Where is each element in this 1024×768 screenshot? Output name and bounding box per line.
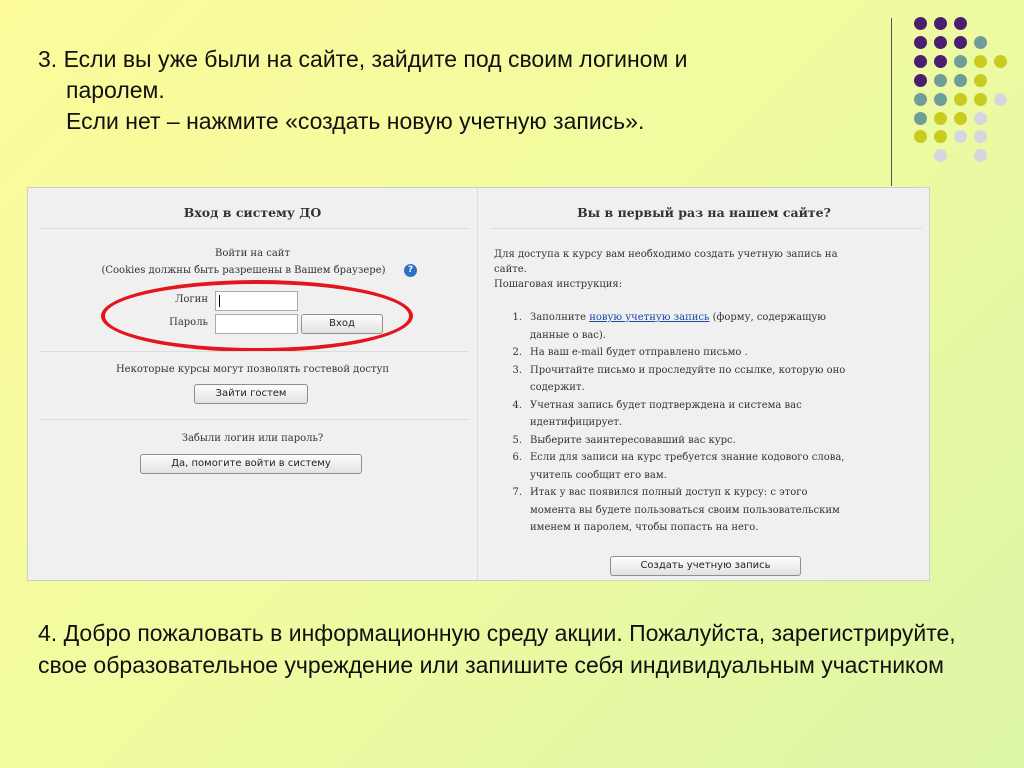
forgot-note: Забыли логин или пароль? [181,433,324,444]
list-item-number: 4. [512,399,522,411]
dot [974,74,987,87]
dot [934,36,947,49]
decorative-divider-line [891,18,892,186]
step-3-text: 3. Если вы уже были на сайте, зайдите по… [38,44,878,137]
step-3-line-1: 3. Если вы уже были на сайте, зайдите по… [38,46,688,72]
list-item-text: данные о вас). [530,329,606,341]
list-item: 2. На ваш e-mail будет отправлено письмо… [494,344,914,362]
new-account-link[interactable]: новую учетную запись [589,312,709,323]
dot [934,112,947,125]
dot [994,55,1007,68]
list-item-text: именем и паролем, чтобы попасть на него. [530,522,759,533]
list-item: 7. Итак у вас появился полный доступ к к… [494,484,914,537]
list-item-text: На ваш e-mail будет отправлено письмо . [530,347,748,358]
help-icon[interactable]: ? [404,264,417,277]
intro-line-2: сайте. [494,264,527,275]
list-item-number: 2. [512,347,522,358]
dot [934,93,947,106]
list-item-text: Итак у вас появился полный доступ к курс… [530,487,808,498]
dot [954,130,967,143]
step-3-line-3: Если нет – нажмите «создать новую учетну… [66,108,645,134]
dot [954,74,967,87]
login-to-site-label: Войти на сайт [215,248,290,259]
dot [974,149,987,162]
list-item-number: 7. [512,487,522,498]
list-item-number: 1. [512,312,522,323]
dot [914,93,927,106]
forgot-password-button[interactable]: Да, помогите войти в систему [140,454,362,474]
list-item-text: Заполните [530,312,590,323]
signup-panel-title: Вы в первый раз на нашем сайте? [577,205,831,220]
list-item-text: Если для записи на курс требуется знание… [530,452,845,463]
dot [914,74,927,87]
list-item: 6. Если для записи на курс требуется зна… [494,449,914,484]
login-panel-title: Вход в систему ДО [183,205,322,220]
list-item-text: идентифицирует. [530,417,623,428]
login-panel: Вход в систему ДО Войти на сайт (Cookies… [28,188,477,580]
list-item-number: 5. [512,434,522,446]
intro-line-1: Для доступа к курсу вам необходимо созда… [494,249,838,260]
dot [954,93,967,106]
dot [974,93,987,106]
list-item-number: 6. [512,452,522,463]
list-item-text: Учетная запись будет подтверждена и сист… [530,399,802,411]
guest-login-button[interactable]: Зайти гостем [194,384,308,404]
list-item: 5. Выберите заинтересовавший вас курс. [494,432,914,450]
dot [934,130,947,143]
list-item: 3. Прочитайте письмо и проследуйте по сс… [494,362,914,397]
instructions-heading: Пошаговая инструкция: [494,279,623,290]
step-3-line-2: паролем. [66,77,165,103]
list-item-text: (форму, содержащую [709,312,826,323]
dot [914,130,927,143]
dot [934,55,947,68]
divider [40,228,469,229]
list-item-text: учитель сообщит его вам. [530,469,667,481]
list-item-number: 3. [512,364,522,376]
login-page-screenshot: Вход в систему ДО Войти на сайт (Cookies… [27,187,930,581]
dot [954,112,967,125]
dot [914,36,927,49]
dot [954,36,967,49]
divider [40,351,469,352]
dot [934,74,947,87]
list-item: 1. Заполните новую учетную запись (форму… [494,309,914,344]
list-item-text: Прочитайте письмо и проследуйте по ссылк… [530,364,846,376]
dot [994,93,1007,106]
signup-intro: Для доступа к курсу вам необходимо созда… [494,247,914,292]
instructions-list: 1. Заполните новую учетную запись (форму… [494,309,914,537]
dot [954,55,967,68]
list-item-text: содержит. [530,382,585,393]
dot [954,17,967,30]
dot [934,17,947,30]
dot [914,55,927,68]
dot [974,55,987,68]
guest-note: Некоторые курсы могут позволять гостевой… [115,364,390,375]
list-item: 4. Учетная запись будет подтверждена и с… [494,397,914,432]
dot [974,36,987,49]
list-item-text: Выберите заинтересовавший вас курс. [530,434,736,446]
step-4-text: 4. Добро пожаловать в информационную сре… [38,620,956,678]
divider [40,419,469,420]
create-account-button[interactable]: Создать учетную запись [610,556,801,576]
dot [974,112,987,125]
dot [914,17,927,30]
signup-panel: Вы в первый раз на нашем сайте? Для дост… [477,188,930,580]
dot [914,112,927,125]
divider [490,228,922,229]
dot [934,149,947,162]
dot [974,130,987,143]
list-item-text: момента вы будете пользоваться своим пол… [530,504,840,516]
red-highlight-oval [101,280,413,352]
